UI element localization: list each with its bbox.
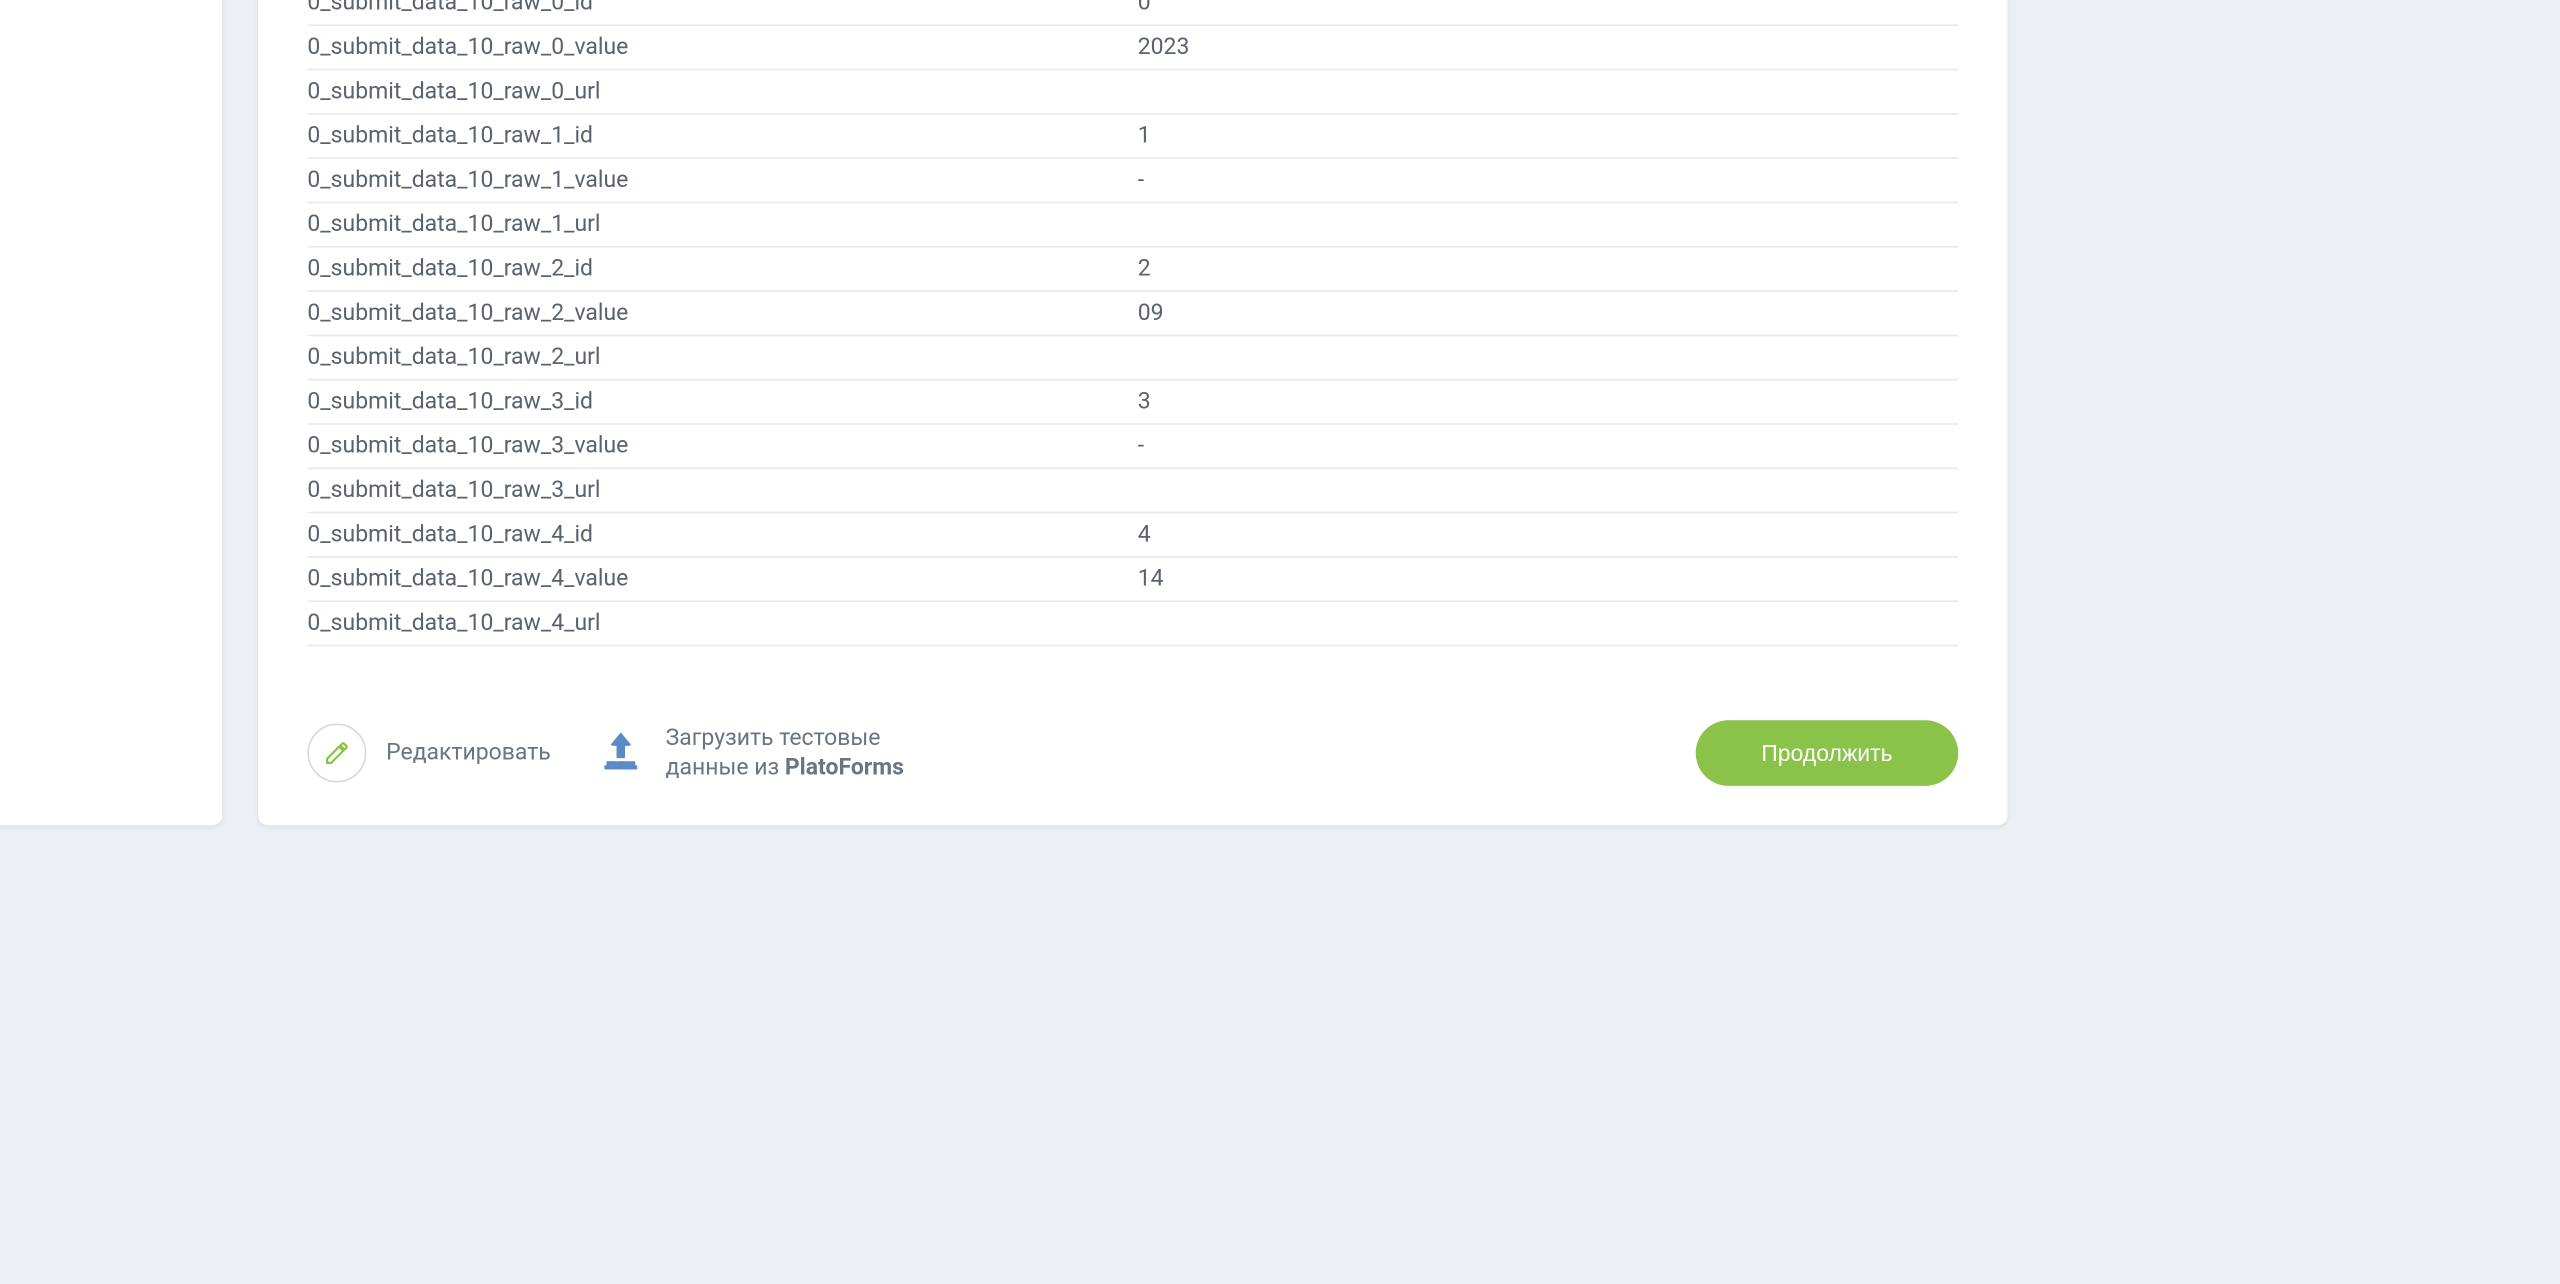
edit-label: Редактировать	[386, 740, 551, 766]
row-key: 0_submit_data_10_raw_3_url	[307, 477, 1137, 503]
edit-button[interactable]: Редактировать	[307, 723, 550, 782]
pencil-icon	[307, 723, 366, 782]
upload-brand: PlatoForms	[785, 755, 904, 781]
table-row: 0_submit_data_10_raw_1_value-	[307, 159, 1958, 203]
row-value: 4	[1138, 522, 1959, 548]
row-key: 0_submit_data_10_raw_3_id	[307, 389, 1137, 415]
row-key: 0_submit_data_10_raw_0_value	[307, 34, 1137, 60]
row-value: 0	[1138, 0, 1959, 16]
table-row: 0_submit_data_10_raw_1_url	[307, 203, 1958, 247]
row-value: 1	[1138, 123, 1959, 149]
row-key: 0_submit_data_10_raw_2_url	[307, 344, 1137, 370]
upload-label-line1: Загрузить тестовые	[666, 723, 904, 753]
table-row: 0_submit_data_10_raw_2_value09	[307, 292, 1958, 336]
data-table: 0_submit_data_10_idfid50_submit_data_10_…	[258, 0, 2007, 691]
row-value: 14	[1138, 566, 1959, 592]
right-panel: 0_submit_data_10_idfid50_submit_data_10_…	[258, 0, 2007, 825]
row-key: 0_submit_data_10_raw_4_value	[307, 566, 1137, 592]
table-row: 0_submit_data_10_raw_4_id4	[307, 513, 1958, 557]
table-row: 0_submit_data_10_raw_0_url	[307, 70, 1958, 114]
continue-button[interactable]: Продолжить	[1696, 720, 1959, 786]
upload-label-line2: данные из	[666, 755, 785, 781]
table-row: 0_submit_data_10_raw_3_url	[307, 469, 1958, 513]
panel-footer: Редактировать Загрузить тестовые данные …	[258, 691, 2007, 826]
row-key: 0_submit_data_10_raw_0_id	[307, 0, 1137, 16]
table-row: 0_submit_data_10_raw_2_url	[307, 336, 1958, 380]
row-value: 09	[1138, 300, 1959, 326]
row-value: -	[1138, 167, 1959, 193]
upload-test-data-button[interactable]: Загрузить тестовые данные из PlatoForms	[597, 723, 904, 783]
row-value: 3	[1138, 389, 1959, 415]
download-icon	[597, 728, 646, 777]
row-key: 0_submit_data_10_raw_1_value	[307, 167, 1137, 193]
row-key: 0_submit_data_10_raw_3_value	[307, 433, 1137, 459]
row-value: 2	[1138, 256, 1959, 282]
row-key: 0_submit_data_10_raw_1_id	[307, 123, 1137, 149]
table-row: 0_submit_data_10_raw_4_value14	[307, 558, 1958, 602]
row-key: 0_submit_data_10_raw_4_id	[307, 522, 1137, 548]
table-row: 0_submit_data_10_raw_3_value-	[307, 425, 1958, 469]
table-row: 0_submit_data_10_raw_0_id0	[307, 0, 1958, 26]
row-key: 0_submit_data_10_raw_4_url	[307, 610, 1137, 636]
table-row: 0_submit_data_10_raw_3_id3	[307, 381, 1958, 425]
main-area: 0_submit_data_10_idfid50_submit_data_10_…	[0, 0, 2060, 1035]
table-row: 0_submit_data_10_raw_4_url	[307, 602, 1958, 646]
row-value: 2023	[1138, 34, 1959, 60]
row-value: -	[1138, 433, 1959, 459]
row-key: 0_submit_data_10_raw_2_value	[307, 300, 1137, 326]
row-key: 0_submit_data_10_raw_2_id	[307, 256, 1137, 282]
row-key: 0_submit_data_10_raw_0_url	[307, 79, 1137, 105]
table-row: 0_submit_data_10_raw_1_id1	[307, 115, 1958, 159]
row-key: 0_submit_data_10_raw_1_url	[307, 211, 1137, 237]
table-row: 0_submit_data_10_raw_2_id2	[307, 248, 1958, 292]
table-row: 0_submit_data_10_raw_0_value2023	[307, 26, 1958, 70]
left-panel	[0, 0, 222, 825]
